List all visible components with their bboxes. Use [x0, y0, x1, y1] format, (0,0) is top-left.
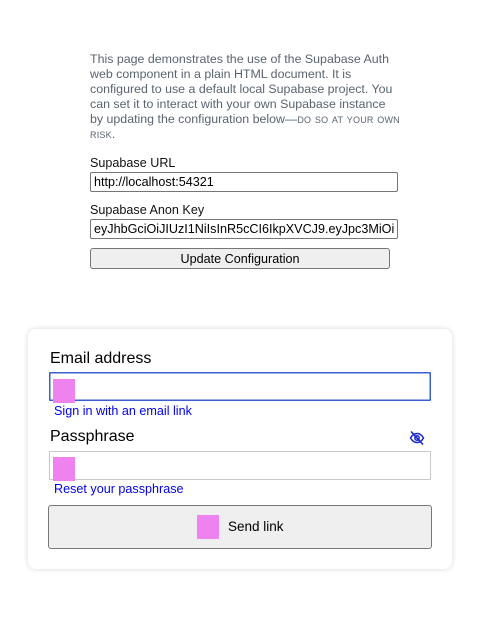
update-configuration-button[interactable]: Update Configuration: [90, 248, 390, 269]
supabase-url-label: Supabase URL: [90, 156, 176, 170]
send-button-marker: [197, 515, 219, 539]
supabase-url-input[interactable]: [90, 172, 398, 192]
passphrase-field-marker: [53, 457, 75, 481]
email-label: Email address: [50, 350, 152, 367]
send-link-label: Send link: [228, 519, 284, 534]
intro-period: .: [111, 127, 116, 141]
config-section: This page demonstrates the use of the Su…: [90, 52, 400, 269]
reset-passphrase-link[interactable]: Reset your passphrase: [54, 482, 184, 496]
auth-card: Email address Sign in with an email link…: [28, 329, 452, 569]
passphrase-label: Passphrase: [50, 428, 135, 445]
page: This page demonstrates the use of the Su…: [0, 0, 480, 640]
eye-slash-icon[interactable]: [409, 431, 425, 445]
email-field-marker: [53, 379, 75, 403]
email-link-signin-link[interactable]: Sign in with an email link: [54, 404, 192, 418]
passphrase-input[interactable]: [49, 451, 431, 480]
intro-paragraph: This page demonstrates the use of the Su…: [90, 52, 400, 142]
supabase-anon-key-label: Supabase Anon Key: [90, 203, 205, 217]
intro-emdash: —: [284, 112, 298, 126]
supabase-anon-key-input[interactable]: [90, 219, 398, 239]
email-input[interactable]: [49, 372, 431, 401]
